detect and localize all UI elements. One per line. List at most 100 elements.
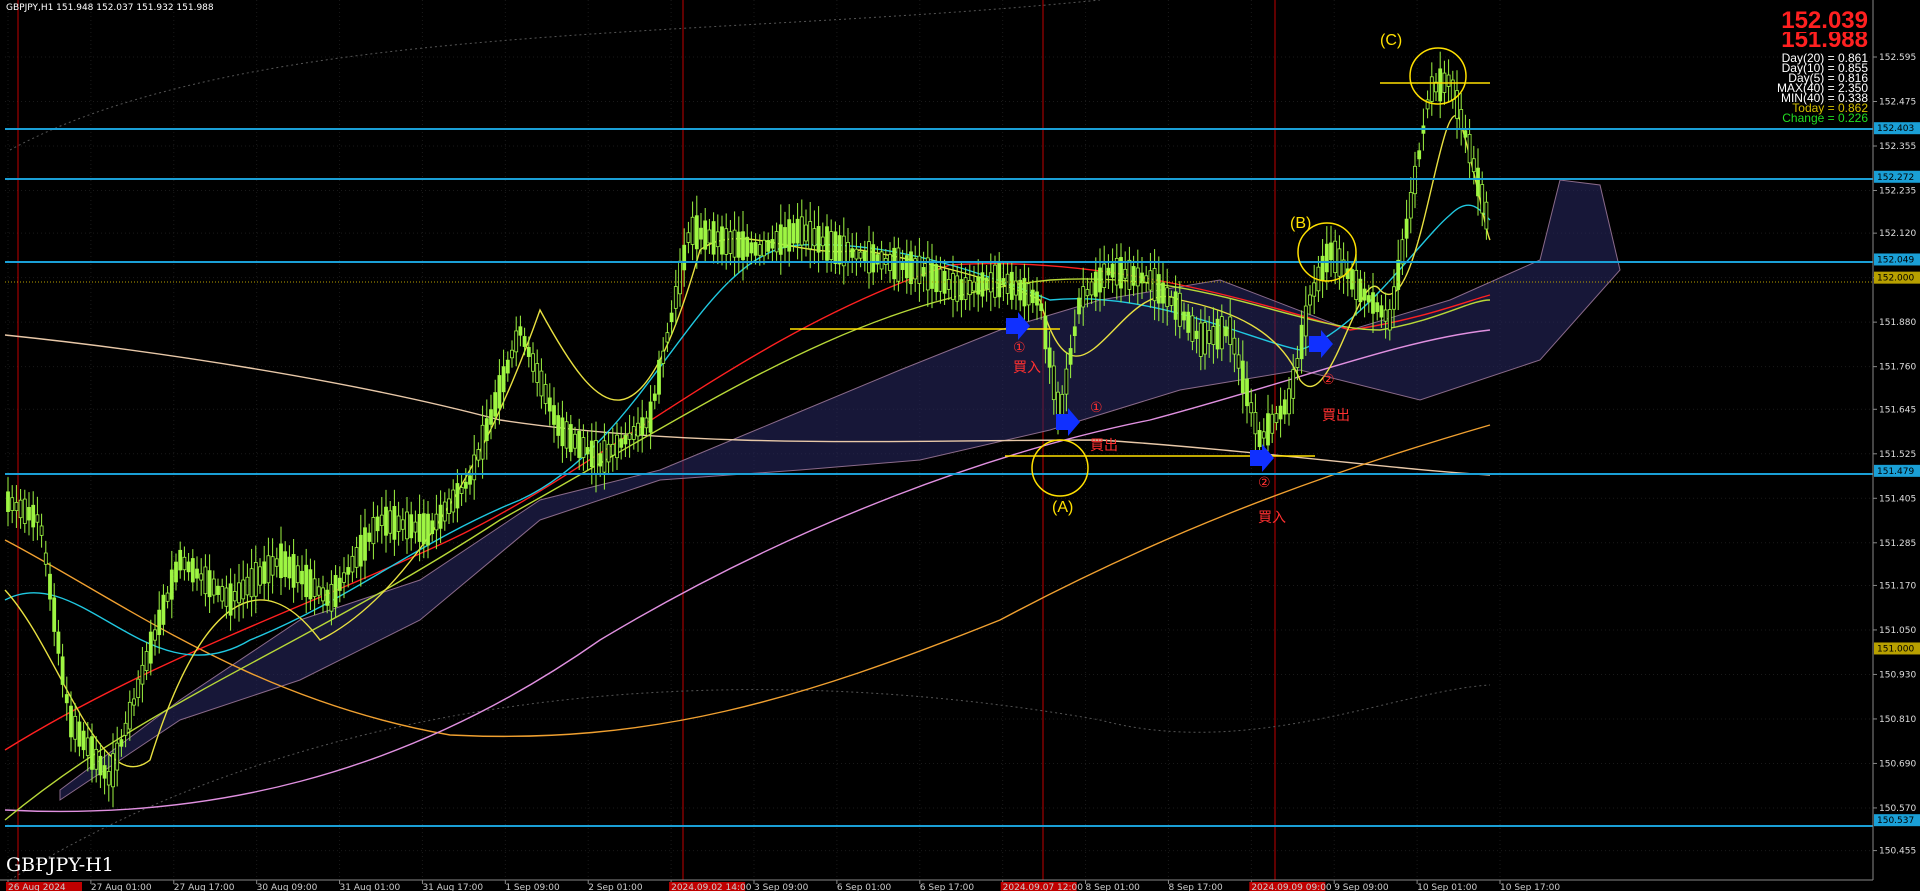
candle [300, 570, 304, 585]
candle [1224, 326, 1228, 337]
candle [52, 597, 57, 632]
candle [1366, 295, 1371, 303]
candle [232, 591, 237, 602]
candle [1438, 68, 1443, 102]
candle [854, 248, 859, 260]
candle [1085, 289, 1090, 297]
candle [669, 312, 674, 323]
candle [522, 336, 527, 347]
ask-price: 151.988 [1781, 32, 1868, 48]
buy1-label: 買入 [1013, 360, 1041, 376]
candle [279, 543, 283, 579]
candle [1140, 272, 1144, 284]
candle [266, 555, 271, 584]
candle [846, 242, 850, 262]
candle [694, 215, 699, 250]
candle [535, 363, 540, 383]
candle [127, 701, 132, 730]
candle [132, 698, 136, 706]
candle [1039, 303, 1044, 311]
candle [862, 251, 867, 262]
price-tick-label: 151.645 [1879, 405, 1916, 415]
candle [77, 721, 82, 747]
candle [879, 251, 884, 270]
candle [627, 432, 632, 440]
time-tick-label: 26 Aug 2024 [8, 883, 66, 891]
time-axis[interactable]: 26 Aug 2024 27 Aug 01:00 27 Aug 17:00 30 Au… [0, 879, 1873, 891]
candle [1106, 267, 1111, 276]
circle-c [1409, 47, 1467, 105]
candle [199, 573, 204, 581]
candle [270, 556, 275, 576]
candle [1110, 263, 1115, 278]
price-axis[interactable]: 152.595 152.475 152.355 152.235 152.120 152.0… [1872, 0, 1920, 880]
candle [430, 520, 435, 535]
candle [1135, 267, 1140, 287]
candle [438, 504, 443, 529]
candle [417, 513, 422, 542]
candle [1089, 281, 1094, 296]
candle [165, 592, 170, 602]
candle [1127, 259, 1132, 290]
price-tick-label: 150.570 [1879, 804, 1916, 814]
candle [1308, 294, 1312, 306]
label-a: (A) [1052, 499, 1073, 516]
candle [476, 449, 481, 461]
candle [1245, 378, 1249, 407]
candle [94, 748, 99, 770]
time-tick-label: 8 Sep 01:00 [1086, 883, 1141, 891]
candle [720, 226, 724, 255]
candle [816, 226, 821, 253]
candle [1211, 326, 1216, 345]
candle [190, 558, 195, 583]
candle [1354, 269, 1359, 300]
candle [434, 513, 439, 531]
candle [1379, 305, 1384, 318]
candle [652, 393, 657, 401]
candle [207, 570, 212, 598]
candle [1249, 402, 1254, 414]
candle [783, 227, 787, 248]
candle [447, 498, 451, 514]
price-tick-label: 150.810 [1879, 715, 1916, 725]
candle [1270, 413, 1275, 434]
candle [673, 286, 678, 309]
candle [1144, 275, 1149, 283]
candle [812, 228, 817, 247]
candle [1093, 271, 1098, 297]
candle [295, 565, 300, 584]
candle [321, 587, 325, 602]
time-tick-label: 9 Sep 09:00 [1334, 883, 1389, 891]
candle [48, 573, 52, 600]
candle [531, 353, 535, 372]
candle [148, 631, 153, 664]
candle [161, 594, 166, 625]
candle [598, 453, 603, 467]
candle [102, 765, 107, 779]
candle [1077, 297, 1081, 315]
candle [757, 244, 762, 256]
candle [993, 264, 997, 298]
candle [228, 583, 233, 616]
candle [636, 422, 640, 437]
candle [220, 586, 225, 602]
candle [808, 221, 813, 250]
candle [1215, 318, 1220, 350]
candle [594, 440, 598, 474]
candle [661, 350, 666, 364]
candle [1232, 337, 1237, 355]
candle [287, 556, 292, 579]
price-chart-canvas[interactable]: (A) (B) (C) ① 買入 ① 買出 ② 買入 ② 買出 152.5951… [0, 0, 1920, 891]
candle [312, 578, 317, 597]
candle [136, 678, 141, 698]
candle [1081, 286, 1086, 308]
candle [1194, 330, 1199, 339]
candle [388, 510, 393, 534]
time-tick-label: 2024.09.02 14:00 [671, 883, 752, 891]
candle [216, 585, 220, 595]
candle [1165, 287, 1170, 308]
price-tick-label: 151.285 [1879, 539, 1916, 549]
candle [762, 239, 766, 257]
candle [1228, 316, 1233, 345]
candle [1287, 388, 1291, 415]
